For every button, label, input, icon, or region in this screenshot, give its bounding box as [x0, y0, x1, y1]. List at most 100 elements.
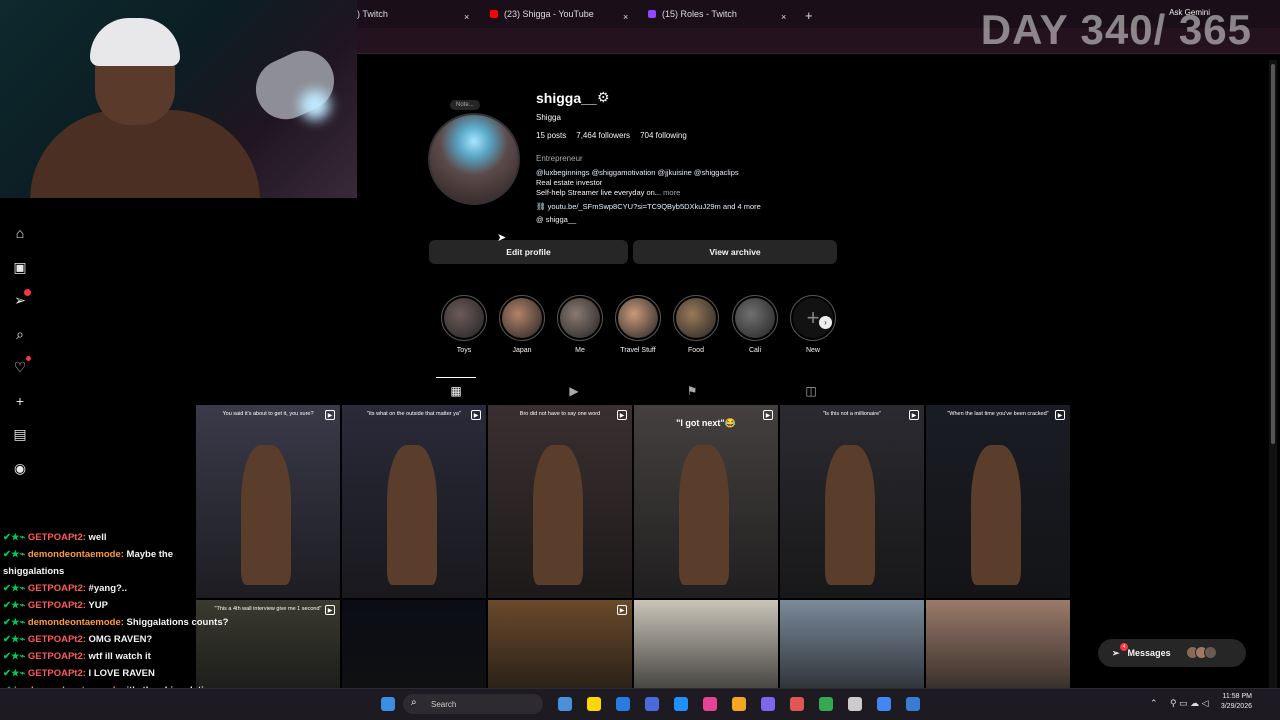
chat-username[interactable]: GETPOAPt2: [28, 634, 86, 645]
taskbar-app-icon[interactable] [732, 697, 746, 711]
create-icon[interactable]: + [12, 393, 28, 409]
note-bubble[interactable]: Note... [450, 100, 480, 110]
taskbar-app-icon[interactable] [819, 697, 833, 711]
taskbar-app-icon[interactable] [848, 697, 862, 711]
browser-tab-twitch[interactable]: ) Twitch [357, 5, 388, 23]
tray-icons[interactable]: ⚲ ▭ ☁ ◁ [1170, 698, 1209, 709]
reels-icon[interactable]: ▣ [12, 259, 28, 275]
twitch-icon [648, 10, 656, 18]
windows-start-icon[interactable] [381, 697, 395, 711]
taskbar-app-icon[interactable] [790, 697, 804, 711]
highlight-thumbnail [557, 295, 603, 341]
threads-handle[interactable]: @ shigga__ [536, 215, 576, 224]
highlight-label: Me [575, 347, 585, 354]
browser-tab-twitch-roles[interactable]: (15) Roles - Twitch [648, 5, 737, 23]
mouse-cursor-icon: ➤ [497, 232, 507, 244]
highlight-0[interactable]: Toys [440, 295, 488, 354]
close-icon[interactable]: × [623, 8, 628, 26]
taskbar-app-icon[interactable] [906, 697, 920, 711]
reel-icon: ▶ [471, 410, 481, 420]
following-count[interactable]: 704 following [640, 131, 687, 140]
chevron-up-icon[interactable]: ⌃ [1150, 698, 1158, 709]
chat-message: ✔★⌁ GETPOAPt2: YUP [3, 600, 108, 611]
chat-username[interactable]: demondeontaemode: [28, 617, 124, 628]
saved-icon[interactable]: ⚑ [685, 384, 699, 398]
post-thumbnail[interactable]: Bro did not have to say one word ▶ [488, 405, 632, 598]
direct-icon[interactable]: ➢ [12, 289, 31, 308]
chat-username[interactable]: GETPOAPt2: [28, 583, 86, 594]
close-icon[interactable]: × [781, 8, 786, 26]
chevron-right-icon[interactable]: › [819, 316, 832, 329]
dashboard-icon[interactable]: ▤ [12, 426, 28, 442]
taskbar-app-icon[interactable] [877, 697, 891, 711]
bio-text: Self-help Streamer live everyday on... [536, 188, 662, 197]
home-icon[interactable]: ⌂ [12, 225, 28, 241]
chat-text: YUP [85, 600, 108, 611]
chat-username[interactable]: GETPOAPt2: [28, 532, 86, 543]
edit-profile-button[interactable]: Edit profile [429, 240, 628, 264]
post-thumbnail[interactable]: You said it's about to get it, you sure?… [196, 405, 340, 598]
threads-icon: @ [536, 215, 546, 224]
post-thumbnail[interactable] [342, 600, 486, 688]
highlight-1[interactable]: Japan [498, 295, 546, 354]
messages-label: Messages [1127, 648, 1171, 658]
post-thumbnail[interactable] [926, 600, 1070, 688]
bio-link[interactable]: ⛓ youtu.be/_SFmSwp8CYU?si=TC9QByb5DXkuJ2… [536, 202, 761, 211]
reels-tab-icon[interactable]: ▶ [567, 384, 581, 398]
chat-username[interactable]: GETPOAPt2: [28, 668, 86, 679]
post-thumbnail[interactable]: "Is this not a millionaire" ▶ [780, 405, 924, 598]
taskbar-app-icon[interactable] [616, 697, 630, 711]
taskbar-search[interactable]: Search [403, 694, 543, 714]
taskbar-app-icon[interactable] [558, 697, 572, 711]
chat-username[interactable]: GETPOAPt2: [28, 651, 86, 662]
browser-tab-youtube[interactable]: (23) Shigga - YouTube [490, 5, 594, 23]
notification-badge [24, 289, 31, 296]
post-caption: You said it's about to get it, you sure? [222, 411, 314, 417]
highlight-label: Food [688, 347, 704, 354]
messages-badge: 4 [1120, 643, 1128, 651]
taskbar-app-icon[interactable] [587, 697, 601, 711]
post-caption: "its what on the outside that matter ya" [367, 411, 461, 417]
chat-badges: ✔★⌁ [3, 549, 26, 560]
highlight-2[interactable]: Me [556, 295, 604, 354]
bio-link-text[interactable]: youtu.be/_SFmSwp8CYU?si=TC9QByb5DXkuJ29m… [548, 202, 761, 211]
system-clock[interactable]: 11:58 PM 3/29/2026 [1221, 692, 1252, 712]
post-thumbnail[interactable]: "When the last time you've been cracked"… [926, 405, 1070, 598]
post-thumbnail[interactable]: ▶ [488, 600, 632, 688]
post-caption: "This a 4th wall interview give me 1 sec… [214, 606, 322, 612]
taskbar-app-icon[interactable] [703, 697, 717, 711]
highlight-4[interactable]: Food [672, 295, 720, 354]
profile-category: Entrepreneur [536, 154, 583, 163]
taskbar-app-icon[interactable] [761, 697, 775, 711]
view-archive-button[interactable]: View archive [633, 240, 837, 264]
tab-title: ) Twitch [357, 9, 388, 19]
post-caption: Bro did not have to say one word [519, 411, 601, 417]
chat-username[interactable]: GETPOAPt2: [28, 600, 86, 611]
new-tab-button[interactable]: + [805, 6, 813, 24]
followers-count[interactable]: 7,464 followers [576, 131, 630, 140]
bio-mentions[interactable]: @luxbeginnings @shiggamotivation @jjkuis… [536, 168, 739, 177]
close-icon[interactable]: × [464, 8, 469, 26]
taskbar-app-icon[interactable] [674, 697, 688, 711]
highlight-3[interactable]: Travel Stuff [614, 295, 662, 354]
gear-icon[interactable]: ⚙ [597, 89, 610, 106]
profile-avatar[interactable] [428, 113, 520, 205]
profile-icon[interactable]: ◉ [12, 460, 28, 476]
taskbar-app-icon[interactable] [645, 697, 659, 711]
bio-more-link[interactable]: more [661, 188, 680, 197]
chat-username[interactable]: demondeontaemode: [28, 549, 124, 560]
posts-grid-icon[interactable]: ▦ [449, 384, 463, 398]
post-thumbnail[interactable] [780, 600, 924, 688]
scrollbar-thumb[interactable] [1271, 64, 1275, 444]
chat-message: ✔★⌁ demondeontaemode: Maybe the [3, 549, 173, 560]
highlight-image [618, 298, 658, 338]
post-thumbnail[interactable]: "I got next"😂 ▶ [634, 405, 778, 598]
post-thumbnail[interactable]: "This a 4th wall interview give me 1 sec… [196, 600, 340, 688]
chat-badges: ✔★⌁ [3, 634, 26, 645]
post-thumbnail[interactable]: "its what on the outside that matter ya"… [342, 405, 486, 598]
highlight-5[interactable]: Cali [731, 295, 779, 354]
notifications-icon[interactable]: ♡ [12, 356, 31, 375]
post-thumbnail[interactable] [634, 600, 778, 688]
search-icon[interactable]: ⌕ [12, 326, 28, 342]
tagged-icon[interactable]: ◫ [804, 384, 818, 398]
